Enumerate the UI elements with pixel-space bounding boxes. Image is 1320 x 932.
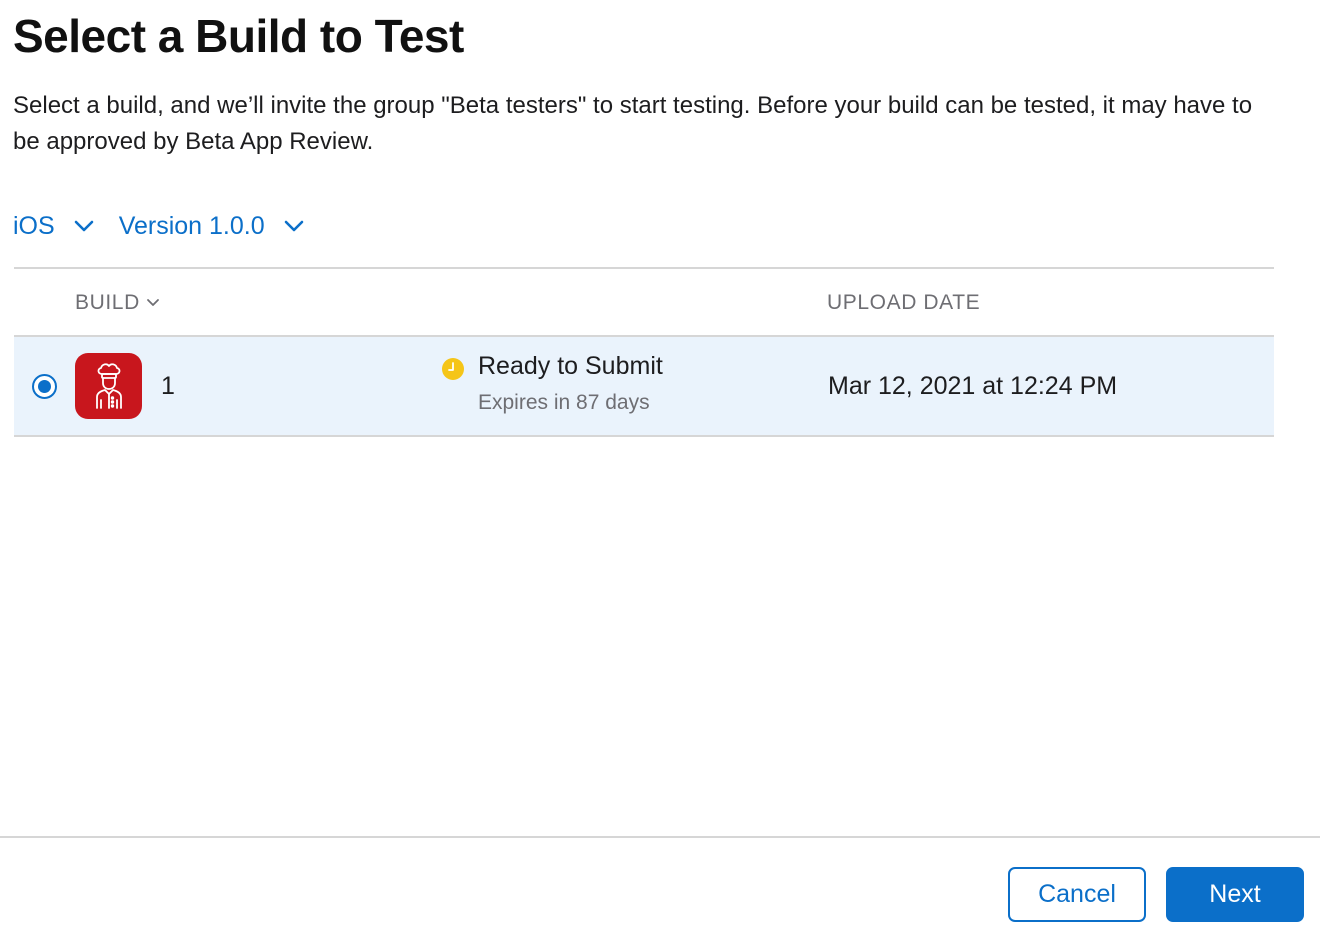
chevron-down-icon [283,219,305,233]
build-column-header[interactable]: BUILD [75,291,160,315]
filter-bar: iOS Version 1.0.0 [13,206,329,246]
version-filter-label: Version 1.0.0 [118,211,265,240]
sort-chevron-down-icon [146,298,160,308]
build-number: 1 [161,372,175,400]
radio-selected-dot [38,380,51,393]
platform-filter-dropdown[interactable]: iOS [13,212,95,241]
chevron-down-icon [73,219,95,233]
builds-table: BUILD UPLOAD DATE 1 Ready to Submit Expi… [14,267,1274,437]
build-radio-button[interactable] [32,374,57,399]
next-button[interactable]: Next [1166,867,1304,922]
upload-date: Mar 12, 2021 at 12:24 PM [828,372,1118,400]
chef-icon [75,353,142,419]
dialog-description: Select a build, and we’ll invite the gro… [13,92,1253,155]
clock-icon [442,358,464,380]
cancel-button[interactable]: Cancel [1008,867,1146,922]
upload-date-column-header: UPLOAD DATE [827,291,981,314]
footer-divider [0,836,1320,838]
table-row[interactable]: 1 Ready to Submit Expires in 87 days Mar… [14,337,1274,437]
page-title: Select a Build to Test [13,10,464,62]
build-column-label: BUILD [75,291,140,314]
table-header-row: BUILD UPLOAD DATE [14,269,1274,337]
platform-filter-label: iOS [13,211,55,240]
build-expiry: Expires in 87 days [478,391,650,414]
version-filter-dropdown[interactable]: Version 1.0.0 [119,212,305,241]
build-status: Ready to Submit [478,352,663,380]
